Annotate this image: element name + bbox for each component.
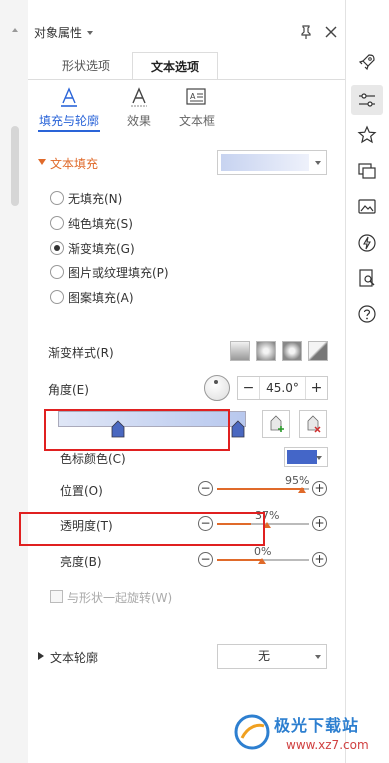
gradient-stop-handle[interactable]: [231, 420, 245, 438]
delete-stop-icon: [307, 415, 321, 433]
angle-stepper[interactable]: − 45.0° +: [237, 376, 328, 400]
color-swatch: [287, 450, 317, 464]
chevron-down-icon: [315, 655, 321, 659]
transparency-increase-button[interactable]: +: [312, 516, 327, 531]
radio-label[interactable]: 渐变填充(G): [68, 240, 135, 257]
text-effect-icon[interactable]: [128, 86, 150, 108]
increment-button[interactable]: +: [305, 377, 327, 399]
highlight-box: [19, 512, 265, 546]
watermark-url: www.xz7.com: [286, 738, 369, 752]
radio-gradient-fill[interactable]: [50, 241, 64, 255]
angle-dial-indicator: [214, 380, 218, 384]
transition-icon[interactable]: [357, 161, 377, 181]
position-increase-button[interactable]: +: [312, 481, 327, 496]
properties-icon[interactable]: [357, 90, 377, 110]
brightness-label: 亮度(B): [60, 555, 102, 569]
image-icon[interactable]: [357, 197, 377, 217]
close-icon[interactable]: [323, 24, 339, 40]
brightness-increase-button[interactable]: +: [312, 552, 327, 567]
gradient-path-button[interactable]: [308, 341, 328, 361]
subtab-fill-outline[interactable]: 填充与轮廓: [39, 112, 99, 129]
outline-value: 无: [257, 649, 270, 663]
brightness-decrease-button[interactable]: −: [198, 552, 213, 567]
active-subtab-indicator: [38, 130, 100, 132]
slider-thumb[interactable]: [258, 558, 266, 564]
delete-stop-button[interactable]: [299, 410, 327, 438]
panel-title[interactable]: 对象属性: [34, 24, 82, 41]
radio-label[interactable]: 图案填充(A): [68, 289, 134, 306]
watermark-logo: [234, 714, 270, 750]
text-outline-section-title[interactable]: 文本轮廓: [50, 649, 98, 666]
radio-label[interactable]: 无填充(N): [68, 190, 122, 207]
angle-value[interactable]: 45.0°: [260, 377, 305, 399]
star-icon[interactable]: [357, 125, 377, 145]
position-decrease-button[interactable]: −: [198, 481, 213, 496]
gradient-preview: [221, 154, 309, 171]
panel-scrollbar[interactable]: [0, 0, 28, 763]
pin-icon[interactable]: [298, 24, 314, 40]
help-icon[interactable]: [357, 304, 377, 324]
add-stop-button[interactable]: [262, 410, 290, 438]
svg-text:A: A: [190, 92, 196, 101]
text-fill-icon[interactable]: [58, 86, 80, 108]
rotate-with-shape-checkbox[interactable]: [50, 590, 63, 603]
slider-fill: [217, 559, 262, 561]
radio-no-fill[interactable]: [50, 191, 64, 205]
position-label: 位置(O): [60, 484, 103, 498]
position-slider[interactable]: [217, 488, 309, 490]
radio-solid-fill[interactable]: [50, 216, 64, 230]
decrement-button[interactable]: −: [238, 377, 260, 399]
scroll-thumb[interactable]: [11, 126, 19, 206]
rocket-icon[interactable]: [357, 52, 377, 72]
slider-thumb[interactable]: [298, 487, 306, 493]
chevron-down-icon: [315, 161, 321, 165]
stop-color-picker[interactable]: [284, 447, 328, 467]
rotate-with-shape-label[interactable]: 与形状一起旋转(W): [67, 589, 172, 606]
chevron-down-icon: [316, 456, 322, 460]
watermark-brand: 极光下载站: [274, 716, 360, 735]
angle-label: 角度(E): [48, 383, 89, 397]
scroll-up-icon[interactable]: [12, 28, 18, 32]
expand-arrow-icon[interactable]: [38, 652, 44, 660]
angle-dial[interactable]: [204, 375, 230, 401]
highlight-box: [44, 409, 230, 451]
subtab-textbox[interactable]: 文本框: [179, 112, 215, 129]
textbox-icon[interactable]: A: [185, 86, 207, 108]
collapse-arrow-icon[interactable]: [38, 159, 46, 165]
slider-fill: [217, 488, 304, 490]
gradient-rect-button[interactable]: [282, 341, 302, 361]
gradient-style-label: 渐变样式(R): [48, 346, 114, 360]
tab-text-options[interactable]: 文本选项: [132, 52, 218, 80]
fill-preset-dropdown[interactable]: [217, 150, 327, 175]
brightness-value: 0%: [254, 545, 272, 558]
stop-color-label: 色标颜色(C): [60, 452, 126, 466]
radio-label[interactable]: 纯色填充(S): [68, 215, 133, 232]
gradient-radial-button[interactable]: [256, 341, 276, 361]
chevron-down-icon[interactable]: [87, 31, 93, 35]
outline-dropdown[interactable]: 无: [217, 644, 327, 669]
tab-divider: [28, 79, 345, 80]
lightning-icon[interactable]: [357, 233, 377, 253]
rail-divider: [345, 0, 346, 763]
text-fill-section-title[interactable]: 文本填充: [50, 155, 98, 172]
book-search-icon[interactable]: [357, 268, 377, 288]
add-stop-icon: [270, 415, 284, 432]
radio-picture-fill[interactable]: [50, 265, 64, 279]
position-value: 95%: [285, 474, 310, 487]
subtab-effects[interactable]: 效果: [127, 112, 151, 129]
radio-pattern-fill[interactable]: [50, 290, 64, 304]
radio-label[interactable]: 图片或纹理填充(P): [68, 264, 169, 281]
gradient-linear-button[interactable]: [230, 341, 250, 361]
tab-shape-options[interactable]: 形状选项: [46, 52, 126, 80]
